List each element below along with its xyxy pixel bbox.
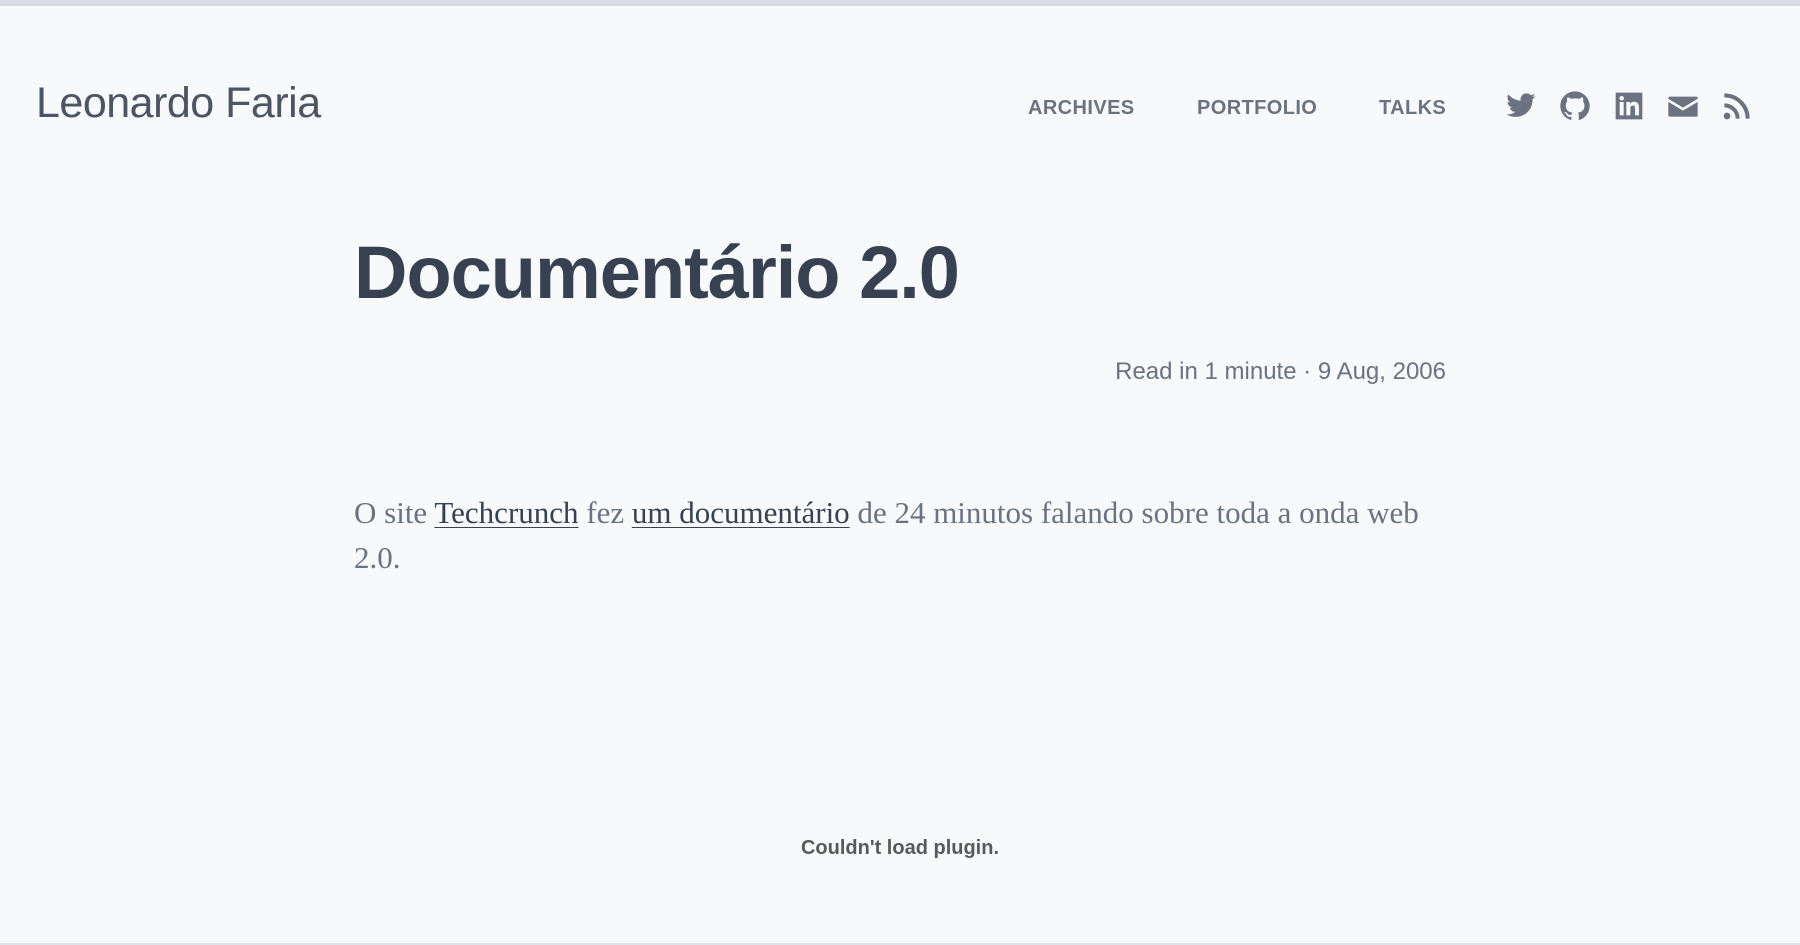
- plugin-error-message: Couldn't load plugin.: [800, 837, 1000, 859]
- post-title: Documentário 2.0: [354, 231, 960, 314]
- email-icon[interactable]: [1667, 90, 1699, 122]
- twitter-icon[interactable]: [1505, 90, 1537, 122]
- linkedin-icon[interactable]: [1613, 90, 1645, 122]
- body-text-1: O site: [354, 495, 435, 530]
- nav-portfolio-link[interactable]: PORTFOLIO: [1197, 98, 1317, 118]
- nav-archives-link[interactable]: ARCHIVES: [1028, 98, 1135, 118]
- github-icon[interactable]: [1559, 90, 1591, 122]
- rss-icon[interactable]: [1721, 90, 1753, 122]
- body-text-2: fez: [578, 495, 632, 530]
- documentary-link[interactable]: um documentário: [632, 495, 850, 530]
- post-meta: Read in 1 minute · 9 Aug, 2006: [1115, 358, 1446, 385]
- post-body: O site Techcrunch fez um documentário de…: [354, 490, 1454, 580]
- nav-talks-link[interactable]: TALKS: [1379, 98, 1446, 118]
- techcrunch-link[interactable]: Techcrunch: [434, 495, 578, 530]
